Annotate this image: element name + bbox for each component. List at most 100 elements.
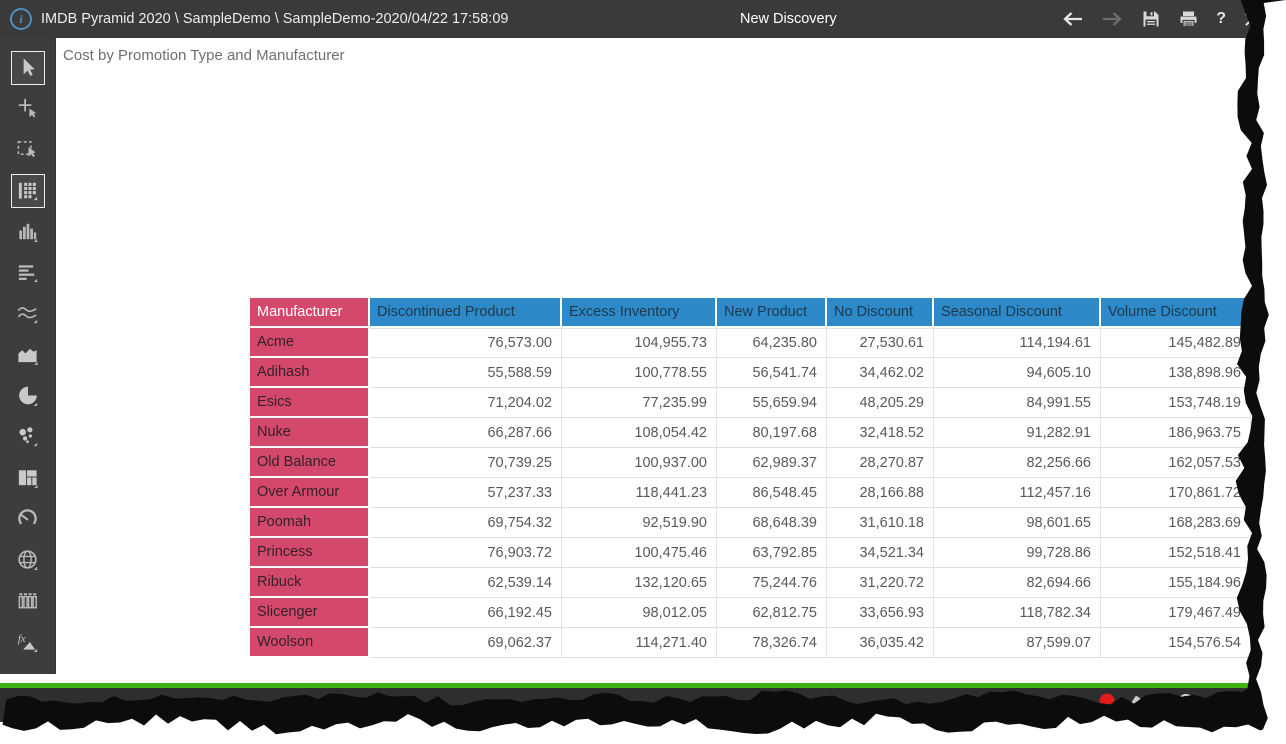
cell-value[interactable]: 62,989.37 xyxy=(717,448,827,478)
map-tool[interactable] xyxy=(0,539,56,580)
column-header[interactable]: No Discount xyxy=(827,298,934,328)
row-header[interactable]: Poomah xyxy=(250,508,370,538)
formula-tool[interactable]: fx xyxy=(0,621,56,662)
cell-value[interactable]: 84,991.55 xyxy=(934,388,1101,418)
cell-value[interactable]: 92,519.90 xyxy=(562,508,717,538)
close-button[interactable] xyxy=(1243,11,1260,28)
cell-value[interactable]: 153,748.19 xyxy=(1101,388,1251,418)
gauge-tool[interactable] xyxy=(0,498,56,539)
cell-value[interactable]: 76,573.00 xyxy=(370,328,562,358)
cell-value[interactable]: 114,271.40 xyxy=(562,628,717,658)
grid-view-tool[interactable] xyxy=(0,170,56,211)
cell-value[interactable]: 86,548.45 xyxy=(717,478,827,508)
print-button[interactable] xyxy=(1178,9,1199,29)
row-header[interactable]: Over Armour xyxy=(250,478,370,508)
cell-value[interactable]: 108,054.42 xyxy=(562,418,717,448)
cell-value[interactable]: 33,656.93 xyxy=(827,598,934,628)
cell-value[interactable]: 82,256.66 xyxy=(934,448,1101,478)
cell-value[interactable]: 78,326.74 xyxy=(717,628,827,658)
cell-value[interactable]: 186,963.75 xyxy=(1101,418,1251,448)
record-status-icon[interactable] xyxy=(1098,692,1116,715)
cell-value[interactable]: 48,205.29 xyxy=(827,388,934,418)
column-header[interactable]: Manufacturer xyxy=(250,298,370,328)
cell-value[interactable]: 155,184.96 xyxy=(1101,568,1251,598)
save-button[interactable] xyxy=(1141,9,1161,29)
column-header[interactable]: Discontinued Product xyxy=(370,298,562,328)
cell-value[interactable]: 138,898.96 xyxy=(1101,358,1251,388)
cell-value[interactable]: 56,541.74 xyxy=(717,358,827,388)
help-button[interactable]: ? xyxy=(1216,10,1226,28)
cell-value[interactable]: 100,475.46 xyxy=(562,538,717,568)
row-header[interactable]: Nuke xyxy=(250,418,370,448)
row-header[interactable]: Old Balance xyxy=(250,448,370,478)
cell-value[interactable]: 170,861.72 xyxy=(1101,478,1251,508)
pen-icon[interactable] xyxy=(1126,692,1144,715)
scatter-chart-tool[interactable] xyxy=(0,416,56,457)
cell-value[interactable]: 132,120.65 xyxy=(562,568,717,598)
select-tool[interactable] xyxy=(0,47,56,88)
cell-value[interactable]: 55,659.94 xyxy=(717,388,827,418)
cell-value[interactable]: 68,648.39 xyxy=(717,508,827,538)
cell-value[interactable]: 69,062.37 xyxy=(370,628,562,658)
row-header[interactable]: Princess xyxy=(250,538,370,568)
cell-value[interactable]: 27,530.61 xyxy=(827,328,934,358)
cell-value[interactable]: 75,244.76 xyxy=(717,568,827,598)
cell-value[interactable]: 31,220.72 xyxy=(827,568,934,598)
row-header[interactable]: Esics xyxy=(250,388,370,418)
cell-value[interactable]: 34,521.34 xyxy=(827,538,934,568)
cell-value[interactable]: 99,728.86 xyxy=(934,538,1101,568)
line-chart-tool[interactable] xyxy=(0,293,56,334)
cell-value[interactable]: 28,270.87 xyxy=(827,448,934,478)
cell-value[interactable]: 34,462.02 xyxy=(827,358,934,388)
cell-value[interactable]: 70,739.25 xyxy=(370,448,562,478)
column-chart-tool[interactable] xyxy=(0,211,56,252)
cell-value[interactable]: 80,197.68 xyxy=(717,418,827,448)
cell-value[interactable]: 168,283.69 xyxy=(1101,508,1251,538)
cell-value[interactable]: 100,937.00 xyxy=(562,448,717,478)
row-header[interactable]: Slicenger xyxy=(250,598,370,628)
cell-value[interactable]: 98,601.65 xyxy=(934,508,1101,538)
back-button[interactable] xyxy=(1061,11,1084,27)
cell-value[interactable]: 145,482.89 xyxy=(1101,328,1251,358)
cell-value[interactable]: 66,192.45 xyxy=(370,598,562,628)
cell-value[interactable]: 32,418.52 xyxy=(827,418,934,448)
cell-value[interactable]: 154,576.54 xyxy=(1101,628,1251,658)
cell-value[interactable]: 71,204.02 xyxy=(370,388,562,418)
column-header[interactable]: Excess Inventory xyxy=(562,298,717,328)
gauge-status-icon[interactable] xyxy=(1176,692,1196,717)
cell-value[interactable]: 36,035.42 xyxy=(827,628,934,658)
cell-value[interactable]: 104,955.73 xyxy=(562,328,717,358)
cell-value[interactable]: 66,287.66 xyxy=(370,418,562,448)
cell-value[interactable]: 62,539.14 xyxy=(370,568,562,598)
cell-value[interactable]: 69,754.32 xyxy=(370,508,562,538)
pie-chart-tool[interactable] xyxy=(0,375,56,416)
cell-value[interactable]: 162,057.53 xyxy=(1101,448,1251,478)
treemap-tool[interactable] xyxy=(0,457,56,498)
cell-value[interactable]: 112,457.16 xyxy=(934,478,1101,508)
forward-button[interactable] xyxy=(1101,11,1124,27)
column-header[interactable]: New Product xyxy=(717,298,827,328)
multi-select-tool[interactable] xyxy=(0,88,56,129)
cell-value[interactable]: 179,467.49 xyxy=(1101,598,1251,628)
column-header[interactable]: Volume Discount xyxy=(1101,298,1251,328)
area-chart-tool[interactable] xyxy=(0,334,56,375)
cell-value[interactable]: 28,166.88 xyxy=(827,478,934,508)
bar-chart-tool[interactable] xyxy=(0,252,56,293)
row-header[interactable]: Woolson xyxy=(250,628,370,658)
cell-value[interactable]: 57,237.33 xyxy=(370,478,562,508)
cell-value[interactable]: 77,235.99 xyxy=(562,388,717,418)
cell-value[interactable]: 87,599.07 xyxy=(934,628,1101,658)
cell-value[interactable]: 118,441.23 xyxy=(562,478,717,508)
cell-value[interactable]: 100,778.55 xyxy=(562,358,717,388)
cell-value[interactable]: 64,235.80 xyxy=(717,328,827,358)
row-header[interactable]: Ribuck xyxy=(250,568,370,598)
row-header[interactable]: Acme xyxy=(250,328,370,358)
slicer-tool[interactable] xyxy=(0,580,56,621)
cell-value[interactable]: 118,782.34 xyxy=(934,598,1101,628)
cell-value[interactable]: 114,194.61 xyxy=(934,328,1101,358)
column-header[interactable]: Seasonal Discount xyxy=(934,298,1101,328)
cell-value[interactable]: 31,610.18 xyxy=(827,508,934,538)
cell-value[interactable]: 82,694.66 xyxy=(934,568,1101,598)
row-header[interactable]: Adihash xyxy=(250,358,370,388)
cell-value[interactable]: 55,588.59 xyxy=(370,358,562,388)
